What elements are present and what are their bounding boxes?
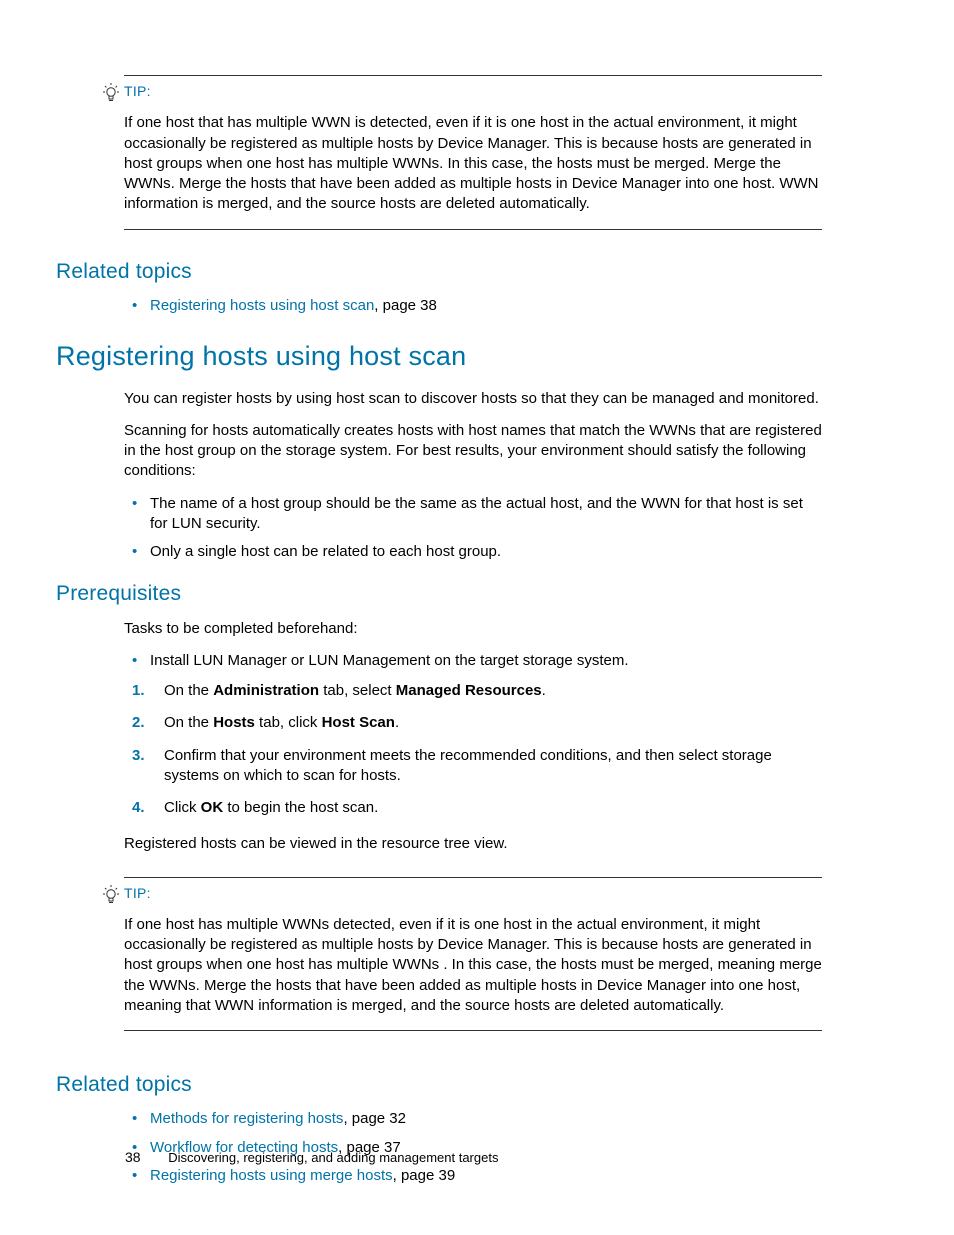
footer-title: Discovering, registering, and adding man… (168, 1150, 498, 1165)
step-item: On the Administration tab, select Manage… (132, 681, 822, 701)
tip-label: TIP: (124, 884, 151, 903)
related-topics-heading: Related topics (56, 1071, 822, 1099)
step-item: Click OK to begin the host scan. (132, 798, 822, 818)
related-link-item: Methods for registering hosts, page 32 (150, 1109, 822, 1129)
prerequisites-heading: Prerequisites (56, 580, 822, 608)
paragraph: You can register hosts by using host sca… (124, 389, 822, 409)
paragraph: Registered hosts can be viewed in the re… (124, 834, 822, 854)
tip-body: If one host that has multiple WWN is det… (124, 113, 822, 214)
tip-box: TIP: If one host has multiple WWNs detec… (124, 877, 822, 1032)
page: TIP: If one host that has multiple WWN i… (0, 0, 954, 1235)
tip-label: TIP: (124, 82, 151, 101)
related-link-item: Registering hosts using host scan, page … (150, 296, 822, 316)
paragraph: Scanning for hosts automatically creates… (124, 421, 822, 482)
related-link-item: Registering hosts using merge hosts, pag… (150, 1166, 822, 1186)
related-link[interactable]: Registering hosts using merge hosts (150, 1167, 393, 1184)
page-number: 38 (125, 1149, 141, 1165)
related-link[interactable]: Registering hosts using host scan (150, 297, 374, 314)
ui-term: Hosts (213, 714, 255, 731)
tip-header: TIP: (103, 884, 822, 911)
lightbulb-icon (103, 885, 119, 911)
tip-body: If one host has multiple WWNs detected, … (124, 915, 822, 1016)
ui-term: Host Scan (322, 714, 395, 731)
section-heading: Registering hosts using host scan (56, 338, 822, 374)
related-link[interactable]: Methods for registering hosts (150, 1110, 343, 1127)
tip-block-1: TIP: If one host that has multiple WWN i… (124, 75, 822, 230)
ui-term: OK (201, 799, 224, 816)
list-item: The name of a host group should be the s… (150, 494, 822, 535)
tip-header: TIP: (103, 82, 822, 109)
tip-box: TIP: If one host that has multiple WWN i… (124, 75, 822, 230)
ui-term: Administration (213, 682, 319, 699)
page-ref: , page 32 (343, 1110, 406, 1127)
related-topics-heading: Related topics (56, 258, 822, 286)
page-ref: , page 39 (393, 1167, 456, 1184)
step-item: Confirm that your environment meets the … (132, 746, 822, 787)
steps-list: On the Administration tab, select Manage… (132, 681, 822, 818)
list-item: Install LUN Manager or LUN Management on… (150, 651, 822, 671)
list-item: Only a single host can be related to eac… (150, 542, 822, 562)
related-topics-list-1: Registering hosts using host scan, page … (124, 296, 822, 316)
prerequisites-body: Tasks to be completed beforehand: Instal… (124, 619, 822, 1032)
step-item: On the Hosts tab, click Host Scan. (132, 713, 822, 733)
page-ref: , page 38 (374, 297, 437, 314)
lightbulb-icon (103, 83, 119, 109)
paragraph: Tasks to be completed beforehand: (124, 619, 822, 639)
page-footer: 38 Discovering, registering, and adding … (125, 1148, 498, 1167)
ui-term: Managed Resources (396, 682, 542, 699)
section-body: You can register hosts by using host sca… (124, 389, 822, 563)
